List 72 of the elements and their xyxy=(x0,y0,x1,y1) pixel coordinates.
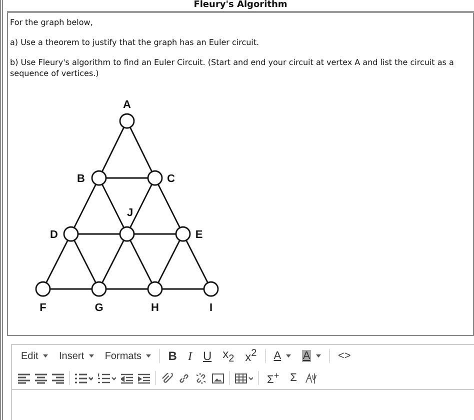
graph-edge xyxy=(102,240,124,284)
graph-vertex xyxy=(35,281,51,297)
vertex-label: A xyxy=(123,99,131,111)
format-button[interactable]: I xyxy=(184,348,195,364)
vertex-label: E xyxy=(195,229,203,241)
graph-vertex xyxy=(91,170,107,186)
format-button[interactable]: x$^{2}$ xyxy=(242,347,260,365)
menu-button[interactable]: Edit xyxy=(18,350,52,362)
caret-icon xyxy=(88,354,94,358)
graph-edge xyxy=(46,240,68,284)
graph-vertex xyxy=(203,281,219,297)
question-text: For the graph below, xyxy=(10,17,94,28)
caret-icon xyxy=(146,354,152,358)
graph-edge xyxy=(158,184,180,228)
align-center-icon[interactable] xyxy=(35,372,47,384)
link-icon[interactable] xyxy=(178,372,190,384)
outdent-icon[interactable] xyxy=(121,372,133,384)
handwriting-icon[interactable] xyxy=(304,372,317,384)
question-text: b) Use Fleury's algorithm to find an Euler Circuit. (Start and end your circuit at vertex A and list the circuit as a sequence of vertices.) xyxy=(10,57,455,79)
format-button[interactable]: B xyxy=(165,348,180,364)
image-icon[interactable] xyxy=(212,372,224,384)
caret-icon xyxy=(286,354,291,358)
vertex-label: I xyxy=(209,302,213,314)
graph-edge xyxy=(78,233,120,235)
vertex-label: C xyxy=(167,173,175,185)
graph-edge xyxy=(74,184,96,228)
vertex-label: D xyxy=(50,229,58,241)
window-title: Fleury's Algorithm xyxy=(194,0,288,11)
sum-button[interactable]: Σ$^{+}$ xyxy=(264,369,282,387)
graph-edge xyxy=(130,240,152,284)
graph-vertex xyxy=(63,226,79,242)
unlink-icon[interactable] xyxy=(195,372,207,384)
graph-edge xyxy=(162,288,204,290)
bullet-list-icon[interactable] xyxy=(75,372,93,384)
menu-button[interactable]: Insert xyxy=(56,350,97,362)
graph-edge xyxy=(106,177,148,179)
graph-vertex xyxy=(91,281,107,297)
graph-edge xyxy=(186,240,208,284)
numbered-list-icon[interactable] xyxy=(98,372,116,384)
graph-edge xyxy=(106,288,148,290)
format-button[interactable]: x$_{2}$ xyxy=(220,346,238,366)
graph-vertex xyxy=(119,113,135,129)
color-button[interactable]: A xyxy=(270,349,294,363)
indent-icon[interactable] xyxy=(138,372,150,384)
paperclip-icon[interactable] xyxy=(161,372,173,384)
question-text: a) Use a theorem to justify that the graph has an Euler circuit. xyxy=(10,37,260,48)
graph-vertex xyxy=(147,170,163,186)
color-button[interactable]: A xyxy=(298,349,324,363)
vertex-label: J xyxy=(126,207,134,219)
graph-edge xyxy=(102,184,124,228)
graph-edge xyxy=(74,240,96,284)
vertex-label: F xyxy=(40,302,46,314)
graph-vertex xyxy=(147,281,163,297)
vertex-label: H xyxy=(151,302,159,314)
graph-edge xyxy=(101,126,125,172)
graph-edge xyxy=(50,288,92,290)
sum-button[interactable]: Σ xyxy=(287,371,300,385)
graph-vertex xyxy=(119,226,135,242)
menu-button[interactable]: Formats xyxy=(102,350,154,362)
align-right-icon[interactable] xyxy=(52,372,64,384)
graph-edge xyxy=(134,233,176,235)
graph-edge xyxy=(158,240,180,284)
graph-edge xyxy=(129,126,153,172)
caret-icon xyxy=(316,354,321,358)
graph-vertex xyxy=(175,226,191,242)
table-icon[interactable] xyxy=(235,372,253,384)
align-left-icon[interactable] xyxy=(18,372,30,384)
vertex-label: B xyxy=(77,173,85,185)
caret-icon xyxy=(43,354,48,358)
format-button[interactable]: U xyxy=(200,348,215,364)
source-code-button[interactable]: <> xyxy=(334,349,354,363)
vertex-label: G xyxy=(94,302,104,314)
